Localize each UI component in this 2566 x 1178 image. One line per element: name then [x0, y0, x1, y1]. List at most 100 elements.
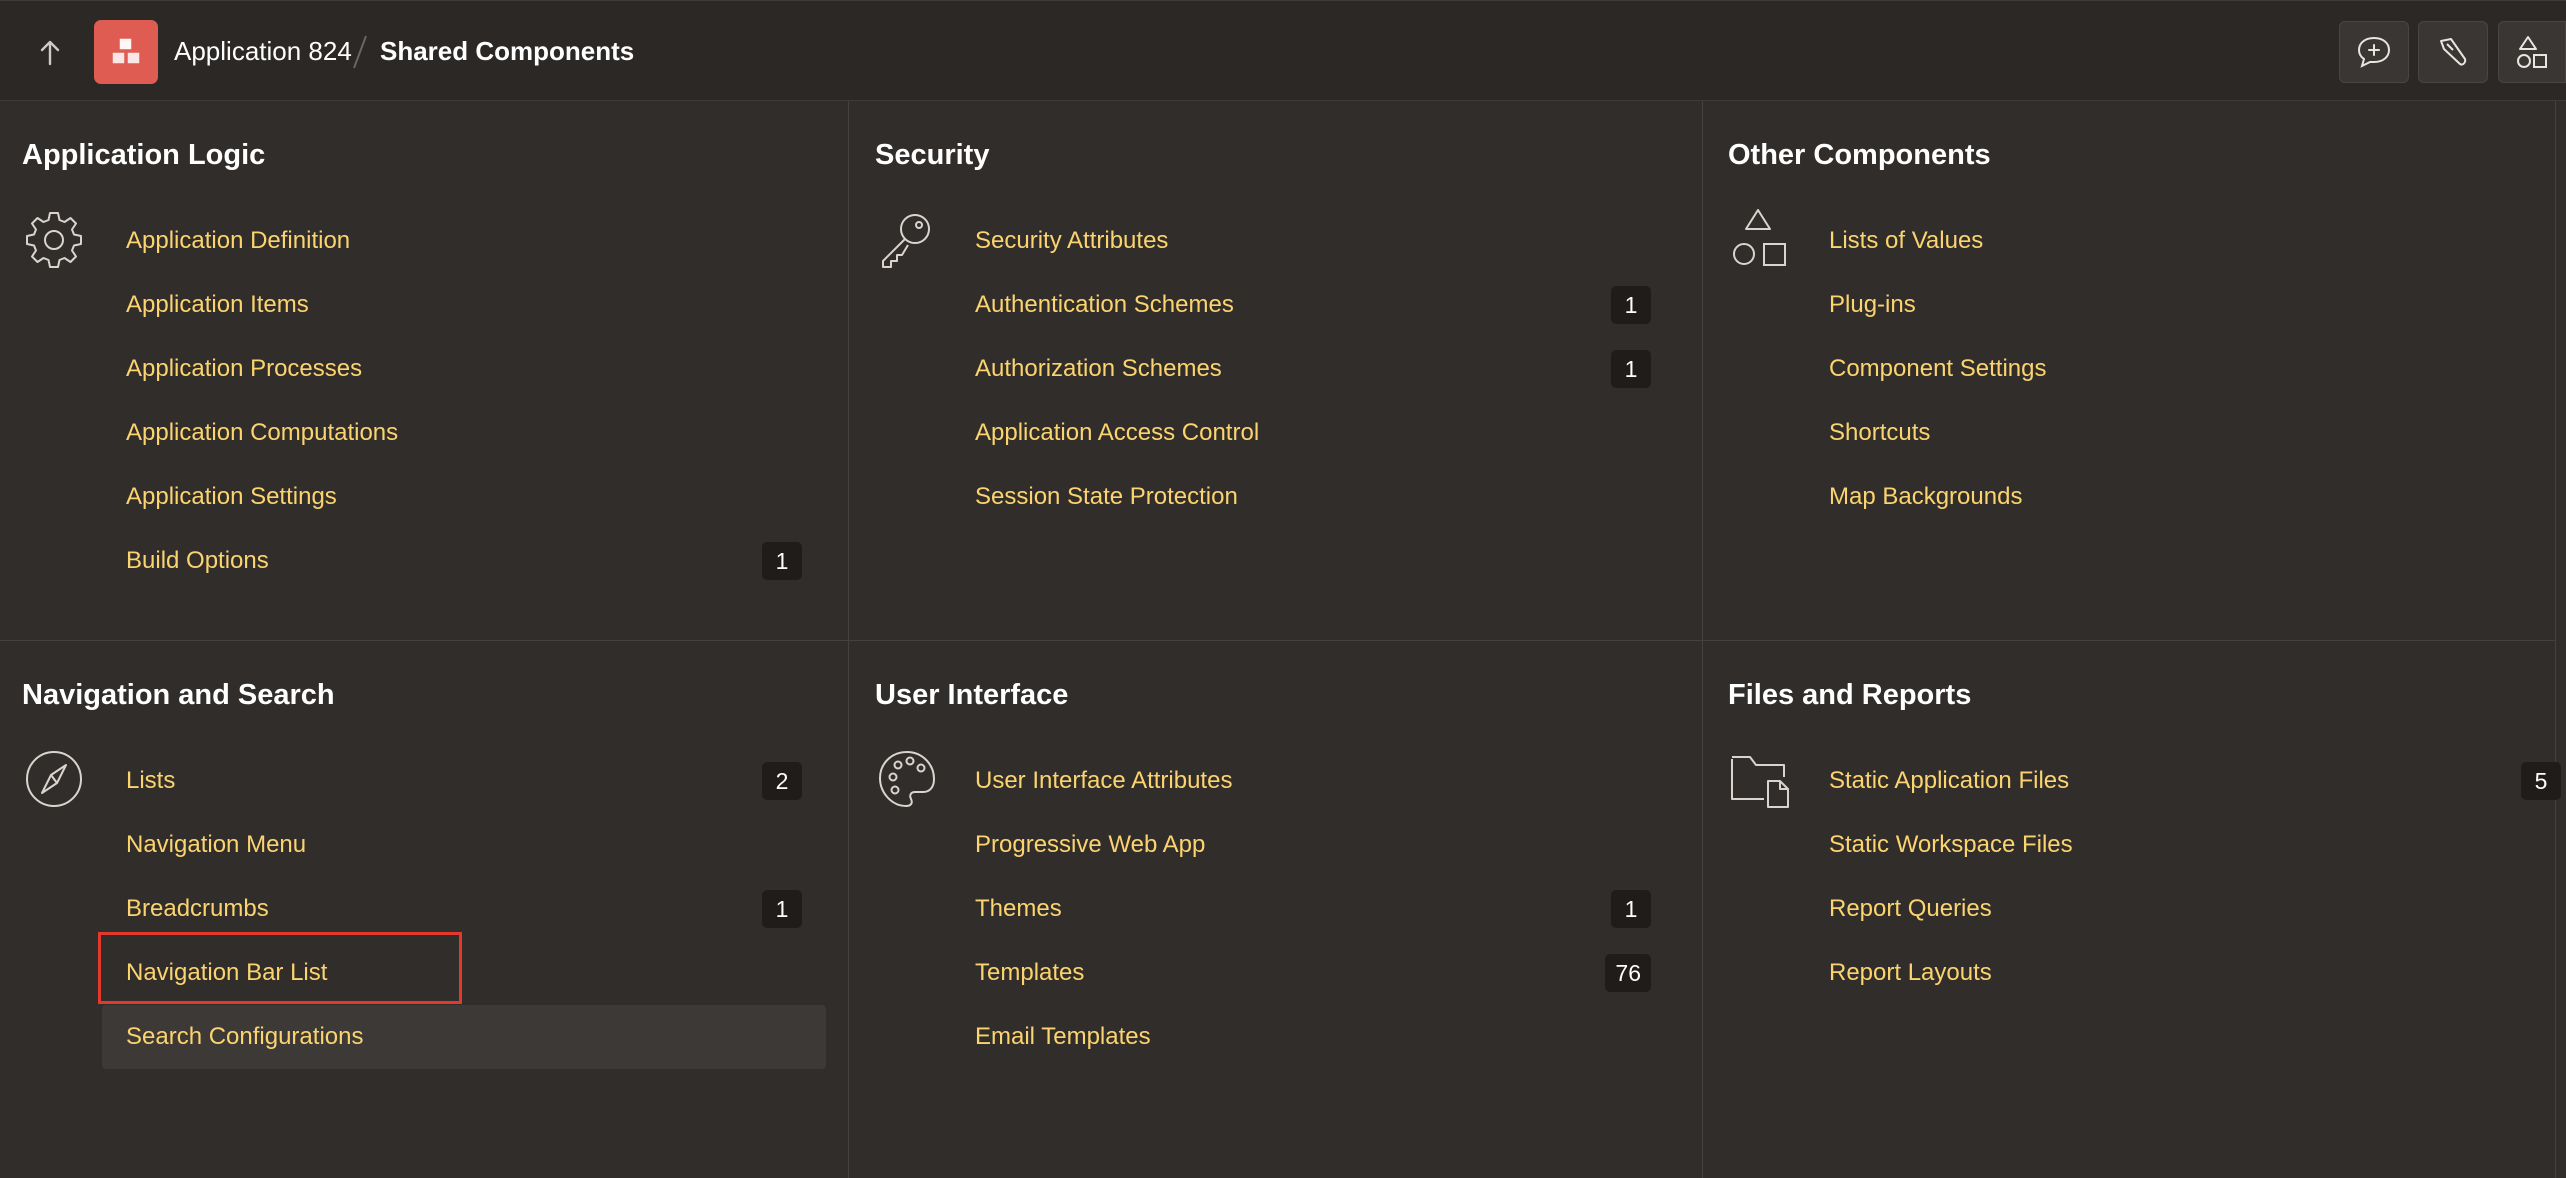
link-progressive-web-app[interactable]: Progressive Web App	[975, 831, 1205, 859]
link-application-items[interactable]: Application Items	[126, 291, 309, 319]
list-item[interactable]: Templates 76	[951, 941, 1675, 1005]
list-item[interactable]: Plug-ins	[1805, 273, 2529, 337]
link-authorization-schemes[interactable]: Authorization Schemes	[975, 355, 1222, 383]
link-lists[interactable]: Lists	[126, 767, 175, 795]
count-badge: 76	[1605, 954, 1651, 992]
list-item[interactable]: Authorization Schemes 1	[951, 337, 1675, 401]
item-list: Static Application Files 5 Static Workspa…	[1805, 749, 2566, 1005]
list-item[interactable]: User Interface Attributes	[951, 749, 1675, 813]
panel-title: Navigation and Search	[22, 679, 335, 711]
list-item[interactable]: Session State Protection	[951, 465, 1675, 529]
link-build-options[interactable]: Build Options	[126, 547, 269, 575]
folder-file-icon	[1731, 756, 1789, 808]
developer-tools-button[interactable]	[2418, 21, 2488, 83]
link-security-attributes[interactable]: Security Attributes	[975, 227, 1168, 255]
list-item[interactable]: Lists 2	[102, 749, 826, 813]
link-breadcrumbs[interactable]: Breadcrumbs	[126, 895, 269, 923]
link-static-workspace-files[interactable]: Static Workspace Files	[1829, 831, 2073, 859]
link-static-application-files[interactable]: Static Application Files	[1829, 767, 2069, 795]
count-badge: 2	[762, 762, 802, 800]
up-arrow-icon	[40, 40, 60, 66]
link-email-templates[interactable]: Email Templates	[975, 1023, 1151, 1051]
developer-tools-icon	[2440, 38, 2467, 66]
shared-components-shortcut-button[interactable]	[2498, 21, 2566, 83]
link-search-configurations[interactable]: Search Configurations	[126, 1023, 363, 1051]
list-item[interactable]: Lists of Values	[1805, 209, 2529, 273]
link-application-computations[interactable]: Application Computations	[126, 419, 398, 447]
link-authentication-schemes[interactable]: Authentication Schemes	[975, 291, 1234, 319]
item-list: Security Attributes Authentication Schem…	[951, 209, 1675, 529]
count-badge: 1	[1611, 286, 1651, 324]
link-lists-of-values[interactable]: Lists of Values	[1829, 227, 1983, 255]
up-arrow-button[interactable]	[22, 31, 78, 75]
list-item[interactable]: Email Templates	[951, 1005, 1675, 1069]
list-item[interactable]: Security Attributes	[951, 209, 1675, 273]
panel-security: Security Security Attributes Authenticat…	[849, 101, 1703, 641]
link-themes[interactable]: Themes	[975, 895, 1062, 923]
link-application-settings[interactable]: Application Settings	[126, 483, 337, 511]
list-item[interactable]: Report Layouts	[1805, 941, 2566, 1005]
panel-title: User Interface	[875, 679, 1069, 711]
count-badge: 1	[762, 890, 802, 928]
list-item[interactable]: Report Queries	[1805, 877, 2566, 941]
list-item[interactable]: Navigation Menu	[102, 813, 826, 877]
list-item[interactable]: Build Options 1	[102, 529, 826, 593]
link-plug-ins[interactable]: Plug-ins	[1829, 291, 1916, 319]
panel-title: Files and Reports	[1728, 679, 1972, 711]
link-templates[interactable]: Templates	[975, 959, 1084, 987]
panel-title: Application Logic	[22, 139, 266, 171]
link-user-interface-attributes[interactable]: User Interface Attributes	[975, 767, 1232, 795]
shapes-icon	[2517, 36, 2547, 68]
link-application-processes[interactable]: Application Processes	[126, 355, 362, 383]
list-item[interactable]: Navigation Bar List	[102, 941, 826, 1005]
compass-icon	[26, 751, 82, 807]
link-component-settings[interactable]: Component Settings	[1829, 355, 2046, 383]
item-list: Lists 2 Navigation Menu Breadcrumbs 1 Navi…	[102, 749, 826, 1069]
list-item[interactable]: Shortcuts	[1805, 401, 2529, 465]
panel-files-and-reports: Files and Reports Static Application Fil…	[1703, 641, 2561, 1178]
list-item[interactable]: Map Backgrounds	[1805, 465, 2529, 529]
gear-icon	[26, 212, 82, 268]
item-list: Application Definition Application Items…	[102, 209, 826, 593]
list-item[interactable]: Static Workspace Files	[1805, 813, 2566, 877]
page-header: Application 824 Shared Components	[0, 0, 2566, 101]
list-item[interactable]: Component Settings	[1805, 337, 2529, 401]
list-item[interactable]: Static Application Files 5	[1805, 749, 2566, 813]
item-list: Lists of Values Plug-ins Component Setti…	[1805, 209, 2529, 529]
list-item-hovered[interactable]: Search Configurations	[102, 1005, 826, 1069]
count-badge: 1	[1611, 890, 1651, 928]
list-item[interactable]: Progressive Web App	[951, 813, 1675, 877]
breadcrumb-separator	[353, 35, 367, 69]
link-map-backgrounds[interactable]: Map Backgrounds	[1829, 483, 2022, 511]
feedback-icon	[2357, 36, 2391, 68]
link-session-state-protection[interactable]: Session State Protection	[975, 483, 1238, 511]
panel-other-components: Other Components Lists of Values Plug-in…	[1703, 101, 2556, 641]
app-cubes-icon	[111, 37, 141, 65]
link-application-definition[interactable]: Application Definition	[126, 227, 350, 255]
panel-user-interface: User Interface User Interface Attributes…	[849, 641, 1703, 1178]
list-item[interactable]: Authentication Schemes 1	[951, 273, 1675, 337]
list-item[interactable]: Breadcrumbs 1	[102, 877, 826, 941]
list-item[interactable]: Application Settings	[102, 465, 826, 529]
list-item[interactable]: Application Access Control	[951, 401, 1675, 465]
link-navigation-menu[interactable]: Navigation Menu	[126, 831, 306, 859]
link-report-layouts[interactable]: Report Layouts	[1829, 959, 1992, 987]
count-badge: 5	[2521, 762, 2561, 800]
link-navigation-bar-list[interactable]: Navigation Bar List	[126, 959, 327, 987]
panel-title: Security	[875, 139, 990, 171]
list-item[interactable]: Themes 1	[951, 877, 1675, 941]
breadcrumb-application[interactable]: Application 824	[174, 36, 352, 67]
panel-title: Other Components	[1728, 139, 1991, 171]
list-item[interactable]: Application Definition	[102, 209, 826, 273]
list-item[interactable]: Application Processes	[102, 337, 826, 401]
app-icon[interactable]	[94, 20, 158, 84]
palette-icon	[879, 751, 935, 807]
list-item[interactable]: Application Computations	[102, 401, 826, 465]
link-shortcuts[interactable]: Shortcuts	[1829, 419, 1930, 447]
key-icon	[882, 214, 930, 268]
item-list: User Interface Attributes Progressive We…	[951, 749, 1675, 1069]
list-item[interactable]: Application Items	[102, 273, 826, 337]
link-report-queries[interactable]: Report Queries	[1829, 895, 1992, 923]
link-application-access-control[interactable]: Application Access Control	[975, 419, 1259, 447]
feedback-button[interactable]	[2339, 21, 2409, 83]
